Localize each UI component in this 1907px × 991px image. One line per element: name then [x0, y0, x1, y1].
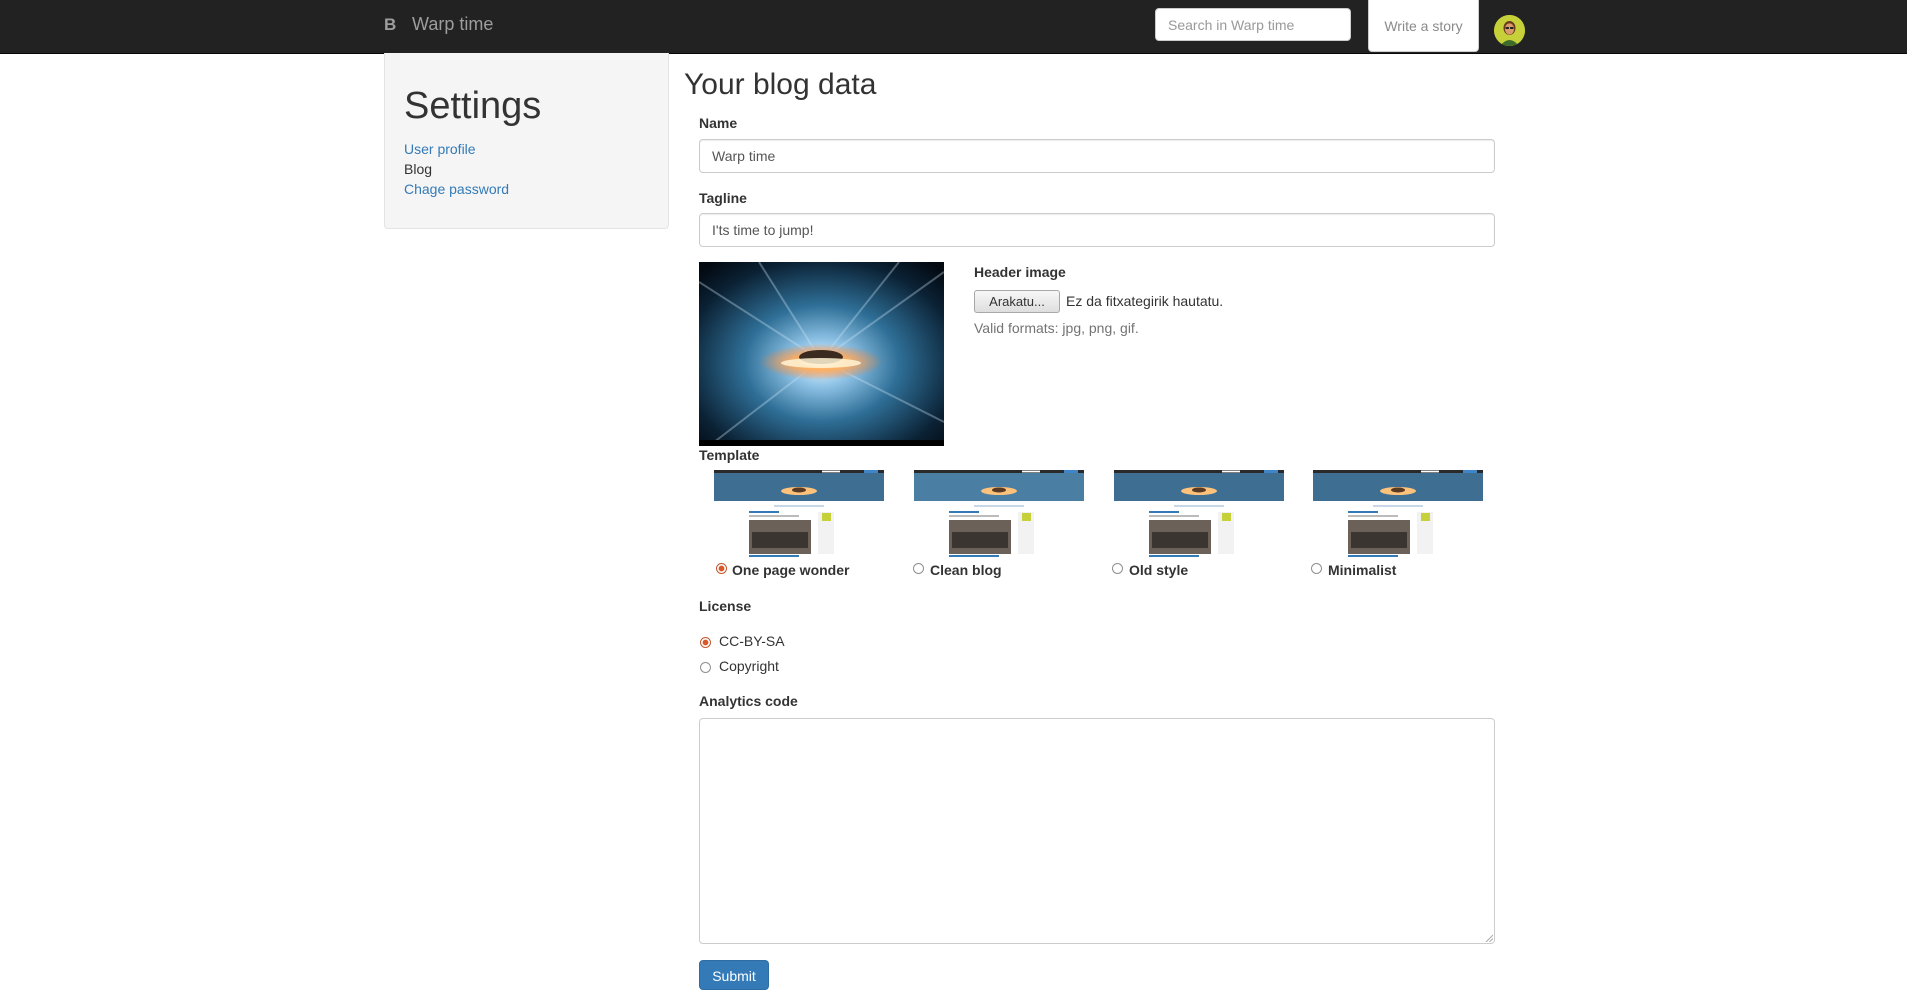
header-image-label: Header image: [974, 264, 1066, 280]
template-preview-clean-blog[interactable]: [914, 470, 1084, 557]
license-radio-copyright[interactable]: [700, 662, 711, 673]
user-avatar[interactable]: [1494, 15, 1525, 46]
license-label: License: [699, 598, 752, 614]
resize-grip-icon[interactable]: [1485, 934, 1493, 942]
name-label: Name: [699, 115, 738, 131]
template-radio-clean-blog[interactable]: [913, 563, 924, 574]
template-radio-old-style[interactable]: [1112, 563, 1123, 574]
analytics-label: Analytics code: [699, 693, 798, 709]
file-status-text: Ez da fitxategirik hautatu.: [1066, 293, 1224, 309]
write-story-button[interactable]: Write a story: [1368, 0, 1479, 52]
submit-button[interactable]: Submit: [699, 960, 769, 990]
template-option-label[interactable]: Minimalist: [1328, 562, 1396, 578]
template-preview-one-page-wonder[interactable]: [714, 470, 884, 557]
license-radio-cc-by-sa[interactable]: [700, 637, 711, 648]
page-title: Your blog data: [684, 68, 877, 101]
template-option-label[interactable]: One page wonder: [732, 562, 849, 578]
file-format-help: Valid formats: jpg, png, gif.: [974, 320, 1139, 336]
template-label: Template: [699, 447, 760, 463]
template-radio-minimalist[interactable]: [1311, 563, 1322, 574]
warp-space-image: [699, 262, 944, 446]
tagline-label: Tagline: [699, 190, 747, 206]
header-image-preview: [699, 262, 944, 446]
tagline-input[interactable]: [699, 213, 1495, 247]
browse-file-button[interactable]: Arakatu...: [974, 290, 1060, 313]
blog-name-input[interactable]: [699, 139, 1495, 173]
brand-logo[interactable]: B: [384, 15, 396, 35]
license-option-label[interactable]: CC-BY-SA: [719, 633, 785, 649]
top-navbar: B Warp time Write a story: [0, 0, 1907, 54]
template-option-label[interactable]: Old style: [1129, 562, 1188, 578]
analytics-code-textarea[interactable]: [699, 718, 1495, 944]
template-thumbnail-image: [714, 470, 884, 557]
license-option-label[interactable]: Copyright: [719, 658, 779, 674]
avatar-portrait-icon: [1494, 15, 1525, 46]
template-radio-one-page-wonder[interactable]: [716, 563, 727, 574]
template-thumbnail-image: [914, 470, 1084, 557]
sidebar-link-blog[interactable]: Blog: [404, 161, 432, 177]
sidebar-link-user-profile[interactable]: User profile: [404, 141, 476, 157]
template-preview-old-style[interactable]: [1114, 470, 1284, 557]
brand-name-link[interactable]: Warp time: [412, 14, 493, 35]
search-input[interactable]: [1155, 8, 1351, 41]
template-preview-minimalist[interactable]: [1313, 470, 1483, 557]
sidebar-title: Settings: [404, 85, 542, 127]
sidebar-link-change-password[interactable]: Chage password: [404, 181, 509, 197]
settings-sidebar: Settings User profile Blog Chage passwor…: [384, 53, 669, 229]
template-option-label[interactable]: Clean blog: [930, 562, 1002, 578]
template-thumbnail-image: [1114, 470, 1284, 557]
template-thumbnail-image: [1313, 470, 1483, 557]
